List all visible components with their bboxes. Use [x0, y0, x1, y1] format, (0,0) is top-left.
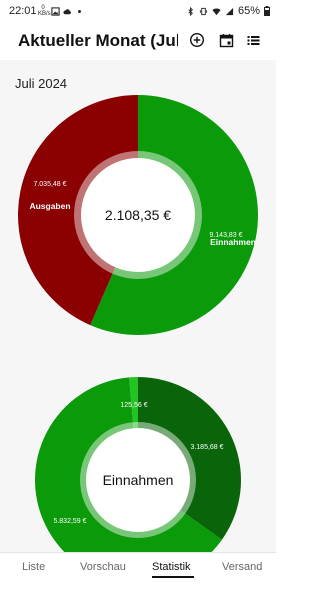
battery-percentage: 65%: [237, 5, 260, 17]
list-icon[interactable]: [244, 31, 262, 49]
calendar-icon[interactable]: [217, 31, 235, 49]
vibrate-icon: [199, 7, 208, 15]
nav-tab-liste[interactable]: Liste: [22, 561, 45, 573]
notification-icons: 0 KB/s: [38, 5, 84, 17]
income-center-label: Einnahmen: [103, 472, 174, 488]
income-donut-chart[interactable]: Einnahmen 3.185,68 € 5.832,59 € 125,56 €: [35, 377, 242, 552]
image-icon: [51, 6, 60, 16]
income-segment-2-label: 5.832,59 €: [53, 518, 86, 525]
add-circle-icon[interactable]: [188, 31, 206, 49]
summary-donut-chart[interactable]: 2.108,35 € 7.035,48 € Ausgaben 9.143,83 …: [17, 95, 259, 335]
summary-center-label: 2.108,35 €: [105, 207, 171, 223]
wifi-icon: [212, 8, 221, 15]
status-right: 65%: [186, 5, 270, 17]
cloud-icon: [63, 8, 71, 14]
einnahmen-name-label: Einnahmen: [210, 237, 256, 247]
signal-icon: [225, 7, 234, 15]
dot-icon: [78, 9, 81, 13]
app-bar: Aktueller Monat (Juli…: [0, 24, 276, 60]
bluetooth-icon: [188, 6, 193, 16]
charts-canvas: 2.108,35 € 7.035,48 € Ausgaben 9.143,83 …: [17, 95, 259, 552]
income-segment-3-label: 125,56 €: [120, 402, 147, 409]
battery-icon: [264, 6, 270, 16]
data-rate-icon: 0 KB/s: [38, 5, 51, 17]
status-bar: 22:01 0 KB/s 65%: [0, 0, 276, 24]
nav-tab-vorschau[interactable]: Vorschau: [80, 561, 126, 573]
income-segment-1-label: 3.185,68 €: [190, 444, 223, 451]
nav-tab-versand[interactable]: Versand: [222, 561, 262, 573]
nav-tab-statistik[interactable]: Statistik: [152, 561, 191, 573]
bottom-navigation: Liste Vorschau Statistik Versand: [0, 552, 276, 593]
page-title: Aktueller Monat (Juli…: [18, 31, 178, 50]
statistics-content[interactable]: Juli 2024 2.108,35 € 7.035,48 € Ausgaben…: [0, 60, 276, 552]
ausgaben-amount-label: 7.035,48 €: [33, 181, 66, 188]
ausgaben-name-label: Ausgaben: [29, 201, 70, 211]
status-time: 22:01: [9, 5, 37, 17]
active-tab-indicator: [152, 576, 194, 578]
